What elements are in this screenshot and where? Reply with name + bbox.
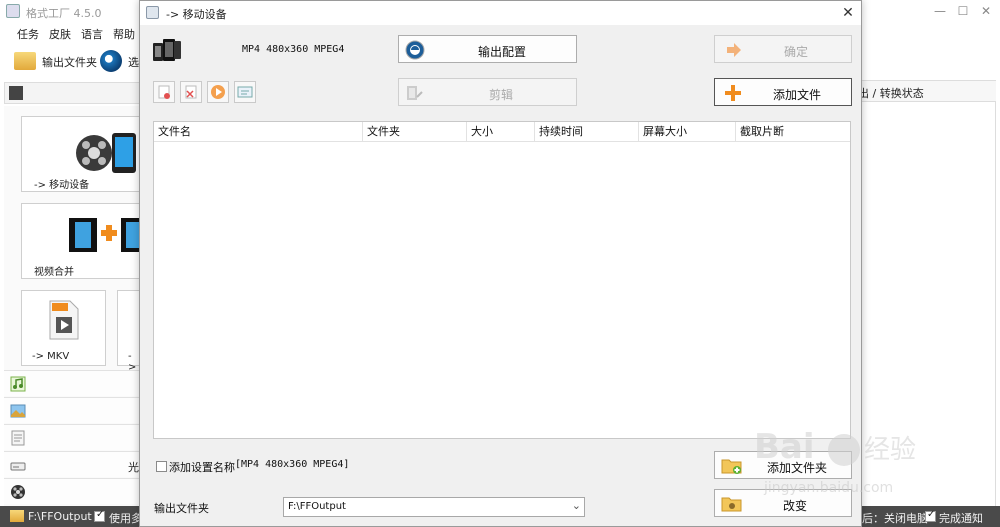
statusbar-folder-icon[interactable] — [10, 510, 24, 522]
tile-mobile-device[interactable]: -> 移动设备 — [21, 116, 140, 192]
document-icon — [11, 430, 25, 446]
output-folder-label: 输出文件夹 — [154, 502, 209, 515]
dialog-app-icon — [146, 6, 159, 19]
column-header-size[interactable]: 大小 — [467, 122, 535, 142]
plus-icon — [725, 85, 741, 101]
film-clip-icon — [407, 86, 423, 100]
column-header-duration[interactable]: 持续时间 — [535, 122, 639, 142]
clear-list-icon — [185, 85, 197, 99]
ok-button[interactable]: 确定 — [714, 35, 852, 63]
dialog-close-icon[interactable]: ✕ — [840, 5, 856, 21]
column-header-folder[interactable]: 文件夹 — [363, 122, 467, 142]
play-button[interactable] — [207, 81, 229, 103]
change-folder-label: 改变 — [783, 499, 808, 513]
folder-add-icon — [721, 459, 742, 474]
category-tools[interactable] — [4, 478, 140, 504]
tile-partial[interactable]: -> — [117, 290, 140, 373]
tile-video-merge[interactable]: 视频合并 — [21, 203, 145, 279]
picture-icon — [10, 404, 26, 418]
mobile-device-icon — [153, 39, 181, 61]
category-audio[interactable] — [4, 370, 140, 396]
menu-help[interactable]: 帮助 — [113, 26, 135, 42]
dialog-titlebar: -> 移动设备 ✕ — [140, 1, 861, 25]
output-folder-icon[interactable] — [14, 52, 36, 70]
preset-summary: MP4 480x360 MPEG4 — [242, 44, 345, 55]
music-note-icon — [10, 376, 26, 392]
column-header-filename[interactable]: 文件名 — [154, 122, 363, 142]
mkv-file-icon — [49, 300, 79, 340]
edit-button[interactable]: 剪辑 — [398, 78, 577, 106]
play-icon — [211, 85, 225, 99]
maximize-icon[interactable]: ☐ — [955, 4, 971, 18]
task-list-panel — [852, 102, 996, 506]
statusbar-notify-checkbox[interactable] — [925, 509, 936, 522]
output-config-button[interactable]: 输出配置 — [398, 35, 577, 63]
edit-label: 剪辑 — [489, 88, 514, 102]
tools-reel-icon — [11, 485, 25, 499]
menu-task[interactable]: 任务 — [17, 26, 39, 42]
column-header-screen-size[interactable]: 屏幕大小 — [639, 122, 736, 142]
output-folder-select[interactable]: F:\FFOutput ⌄ — [283, 497, 585, 517]
remove-file-button[interactable] — [153, 81, 175, 103]
add-setting-name-label: 添加设置名称 — [169, 461, 235, 474]
disc-drive-icon — [10, 462, 26, 471]
category-document[interactable] — [4, 424, 140, 450]
output-folder-value: F:\FFOutput — [288, 501, 346, 512]
statusbar-multithread-checkbox[interactable] — [94, 509, 105, 522]
menu-skin[interactable]: 皮肤 — [49, 26, 71, 42]
category-image[interactable] — [4, 397, 140, 423]
statusbar-shutdown-label: 后：关闭电脑 — [862, 512, 928, 525]
info-card-icon — [237, 86, 253, 98]
change-folder-button[interactable]: 改变 — [714, 489, 852, 517]
film-reel-phone-icon — [76, 133, 136, 173]
category-header-video[interactable] — [4, 82, 140, 104]
tile-mkv-label: -> MKV — [32, 351, 70, 362]
clear-list-button[interactable] — [180, 81, 202, 103]
file-list-table[interactable]: 文件名 文件夹 大小 持续时间 屏幕大小 截取片断 — [153, 121, 851, 439]
output-folder-button-label[interactable]: 输出文件夹 — [42, 54, 97, 70]
output-config-label: 输出配置 — [478, 45, 527, 59]
remove-file-icon — [158, 85, 170, 99]
tile-to-mkv[interactable]: -> MKV — [21, 290, 106, 366]
folder-camera-icon — [721, 497, 742, 512]
video-merge-icon — [69, 218, 145, 252]
add-setting-name-checkbox[interactable] — [156, 461, 167, 472]
add-file-button[interactable]: 添加文件 — [714, 78, 852, 106]
mobile-device-dialog: -> 移动设备 ✕ MP4 480x360 MPEG4 输出配置 确定 剪辑 添… — [139, 0, 862, 527]
add-file-label: 添加文件 — [773, 88, 822, 102]
add-folder-button[interactable]: 添加文件夹 — [714, 451, 852, 479]
column-header-clip[interactable]: 截取片断 — [736, 122, 850, 142]
statusbar-multithread-label: 使用多 — [109, 512, 142, 525]
category-disc-label: 光 — [128, 461, 139, 474]
main-window-title: 格式工厂 4.5.0 — [26, 7, 102, 20]
tile-mobile-label: -> 移动设备 — [34, 180, 90, 191]
file-list-header: 文件名 文件夹 大小 持续时间 屏幕大小 截取片断 — [154, 122, 850, 142]
category-disc[interactable]: 光 — [4, 451, 140, 477]
task-list-header-label: 出 / 转换状态 — [858, 87, 924, 100]
gear-globe-icon — [405, 40, 425, 60]
ok-label: 确定 — [784, 45, 809, 59]
add-folder-label: 添加文件夹 — [767, 461, 828, 475]
statusbar-notify-label: 完成通知 — [939, 512, 983, 525]
statusbar-output-path: F:\FFOutput — [28, 510, 92, 523]
minimize-icon[interactable]: — — [932, 4, 948, 18]
app-icon — [6, 4, 20, 18]
main-menubar: 任务 皮肤 语言 帮助 — [0, 24, 140, 44]
options-button-label[interactable]: 选 — [128, 54, 139, 70]
media-info-button[interactable] — [234, 81, 256, 103]
add-setting-name-value: [MP4 480x360 MPEG4] — [235, 459, 350, 470]
chevron-down-icon[interactable]: ⌄ — [572, 499, 581, 512]
close-icon[interactable]: ✕ — [978, 4, 994, 18]
arrow-right-icon — [727, 43, 741, 57]
video-category-icon — [9, 86, 23, 100]
tile-merge-label: 视频合并 — [34, 267, 74, 278]
menu-language[interactable]: 语言 — [81, 26, 103, 42]
options-icon[interactable] — [100, 50, 122, 72]
dialog-title: -> 移动设备 — [166, 8, 227, 21]
task-list-header: 出 / 转换状态 — [852, 80, 996, 102]
